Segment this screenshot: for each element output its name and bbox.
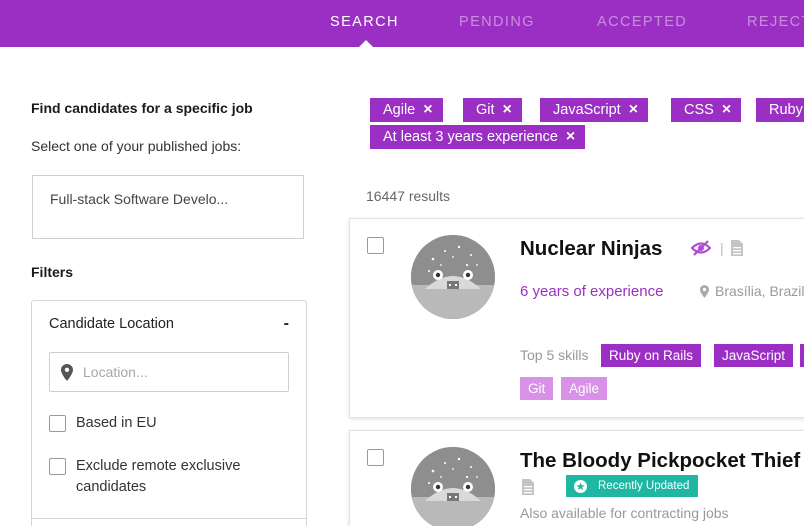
skill-tag-overflow <box>800 344 804 367</box>
based-in-eu-option[interactable]: Based in EU <box>49 413 157 434</box>
contracting-note: Also available for contracting jobs <box>520 505 729 521</box>
job-select[interactable]: Full-stack Software Develo... <box>32 175 304 239</box>
tab-accepted[interactable]: ACCEPTED <box>597 14 687 30</box>
filter-panel-title: Candidate Location <box>49 316 174 332</box>
filter-tag-label: Ruby <box>769 102 803 118</box>
remove-tag-icon[interactable]: × <box>629 98 638 122</box>
document-icon[interactable] <box>730 240 743 256</box>
candidate-card[interactable]: The Bloody Pickpocket Thief Recently Upd… <box>349 430 804 526</box>
exclude-remote-checkbox[interactable] <box>49 458 66 475</box>
filter-tag-ruby[interactable]: Ruby × <box>756 98 804 122</box>
recently-updated-badge: Recently Updated <box>566 475 699 497</box>
filter-tag-agile[interactable]: Agile × <box>370 98 443 122</box>
filter-tag-label: Agile <box>383 102 416 118</box>
location-input-wrapper <box>49 352 289 392</box>
map-pin-icon <box>700 284 709 298</box>
candidate-location: Brasília, Brazil <box>700 283 804 299</box>
based-in-eu-checkbox[interactable] <box>49 415 66 432</box>
collapse-toggle[interactable]: - <box>284 315 289 333</box>
experience-text: 6 years of experience <box>520 283 664 300</box>
select-job-prompt: Select one of your published jobs: <box>31 138 242 154</box>
icon-separator: | <box>720 240 724 256</box>
map-pin-icon <box>61 364 73 386</box>
remove-tag-icon[interactable]: × <box>722 98 731 122</box>
filter-tag-javascript[interactable]: JavaScript × <box>540 98 649 122</box>
filter-tag-label: JavaScript <box>553 102 621 118</box>
tab-pending[interactable]: PENDING <box>459 14 535 30</box>
candidate-name[interactable]: The Bloody Pickpocket Thief <box>520 449 800 473</box>
skill-tag: JavaScript <box>714 344 794 367</box>
star-badge-icon <box>574 479 587 493</box>
remove-tag-icon[interactable]: × <box>503 98 512 122</box>
filter-tag-label: Git <box>476 102 495 118</box>
skill-tag: Git <box>520 377 554 400</box>
skill-tag: Ruby on Rails <box>601 344 702 367</box>
candidate-location-text: Brasília, Brazil <box>715 283 804 299</box>
filter-tag-label: At least 3 years experience <box>383 129 558 145</box>
filter-tag-experience[interactable]: At least 3 years experience × <box>370 125 586 149</box>
top-nav: SEARCH PENDING ACCEPTED REJECTED <box>0 0 804 47</box>
exclude-remote-label: Exclude remote exclusive candidates <box>76 458 241 495</box>
filter-divider <box>32 518 306 519</box>
skill-tag: Agile <box>561 377 608 400</box>
candidate-card[interactable]: Nuclear Ninjas | 6 years of experience B… <box>349 218 804 418</box>
tab-search[interactable]: SEARCH <box>330 14 399 30</box>
filter-tag-css[interactable]: CSS × <box>671 98 742 122</box>
based-in-eu-label: Based in EU <box>76 415 157 431</box>
avatar <box>411 447 495 526</box>
hidden-eye-icon[interactable] <box>691 240 711 256</box>
remove-tag-icon[interactable]: × <box>566 125 575 149</box>
monster-avatar-icon <box>411 235 495 319</box>
active-tab-caret <box>359 40 373 47</box>
top-skills-label: Top 5 skills <box>520 347 589 363</box>
filter-tag-label: CSS <box>684 102 714 118</box>
select-candidate-checkbox[interactable] <box>367 449 384 466</box>
location-input[interactable] <box>83 362 278 382</box>
exclude-remote-option[interactable]: Exclude remote exclusive candidates <box>49 456 279 498</box>
results-count: 16447 results <box>366 188 451 204</box>
remove-tag-icon[interactable]: × <box>423 98 432 122</box>
selected-job-label: Full-stack Software Develo... <box>50 191 229 207</box>
candidate-name[interactable]: Nuclear Ninjas <box>520 237 662 261</box>
avatar <box>411 235 495 319</box>
select-candidate-checkbox[interactable] <box>367 237 384 254</box>
candidate-location-filter: Candidate Location - Based in EU Exclude… <box>31 300 307 526</box>
candidate-actions: | <box>691 240 743 256</box>
tab-rejected[interactable]: REJECTED <box>747 14 804 30</box>
filter-tag-git[interactable]: Git × <box>463 98 522 122</box>
filters-title: Filters <box>31 264 74 280</box>
document-icon[interactable] <box>522 479 534 495</box>
badge-label: Recently Updated <box>598 480 690 492</box>
monster-avatar-icon <box>411 447 495 526</box>
find-candidates-title: Find candidates for a specific job <box>31 100 253 116</box>
